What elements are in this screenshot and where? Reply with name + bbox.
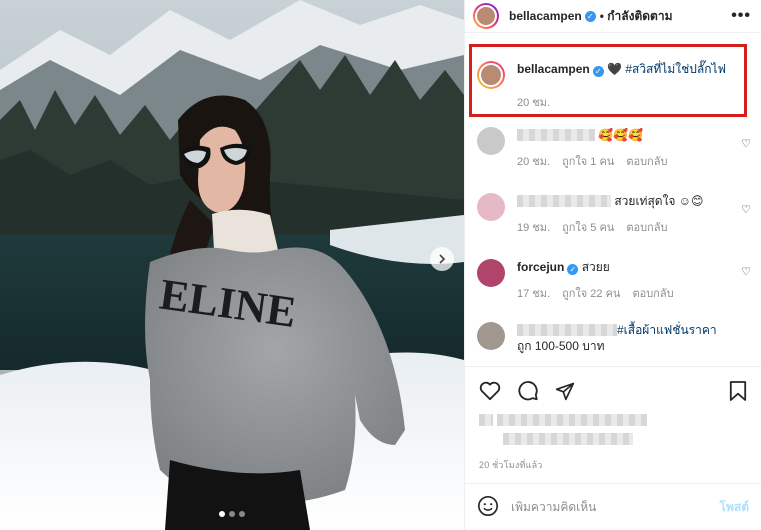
photo-image: ELINE [0,0,464,530]
heart-icon[interactable]: ♡ [741,265,751,278]
post-actions [465,366,761,414]
post-side-panel: bellacampen ✓ • กำลังติดตาม ••• bellacam… [464,0,761,530]
bookmark-icon[interactable] [729,380,747,402]
share-icon[interactable] [555,381,575,401]
caption-text[interactable]: 🖤 #สวิสที่ไม่ใช่ปลั๊กไฟ [607,62,726,76]
chevron-right-icon [439,254,446,264]
verified-icon: ✓ [584,10,596,22]
verified-icon: ✓ [567,264,579,275]
blurred-username [517,195,611,207]
commenter-avatar[interactable] [477,193,505,221]
blurred-likes-text [503,433,633,445]
comment-text-line2: ถูก 100-500 บาท [517,339,605,353]
follow-status[interactable]: • กำลังติดตาม [600,7,673,26]
caption: bellacampen ✓ 🖤 #สวิสที่ไม่ใช่ปลั๊กไฟ 20 … [477,61,751,111]
comment-item: 🥰🥰🥰 20 ชม. ถูกใจ 1 คน ตอบกลับ ♡ [477,127,751,170]
carousel-dots [0,511,464,517]
heart-icon[interactable] [479,381,501,401]
blurred-username [517,324,617,336]
comment-icon[interactable] [517,380,539,402]
comment-bar: โพสต์ [465,483,761,530]
reply-button[interactable]: ตอบกลับ [626,218,667,236]
more-icon[interactable]: ••• [731,7,751,25]
author-username[interactable]: bellacampen [509,9,582,23]
comment-item: #เสื้อผ้าแฟชั่นราคา ถูก 100-500 บาท [477,322,751,354]
comment-item: forcejun ✓ สวยย 17 ชม. ถูกใจ 22 คน ตอบกลั… [477,259,751,302]
blurred-username [517,129,595,141]
likes-summary[interactable] [479,414,647,446]
blurred-avatar [479,414,493,426]
commenter-avatar[interactable] [477,259,505,287]
carousel-dot [229,511,235,517]
comment-likes[interactable]: ถูกใจ 5 คน [562,218,614,236]
post-photo[interactable]: ELINE [0,0,464,530]
heart-icon[interactable]: ♡ [741,203,751,216]
comment-likes[interactable]: ถูกใจ 1 คน [562,152,614,170]
commenter-avatar[interactable] [477,322,505,350]
comment-likes[interactable]: ถูกใจ 22 คน [562,284,620,302]
comment-text: สวยย [581,260,610,274]
comment-input[interactable] [511,500,720,514]
commenter-username[interactable]: forcejun [517,260,564,274]
post-comment-button[interactable]: โพสต์ [720,498,749,517]
comment-time: 17 ชม. [517,288,551,300]
caption-avatar[interactable] [477,61,505,89]
comment-time: 20 ชม. [517,156,551,168]
reply-button[interactable]: ตอบกลับ [632,284,673,302]
caption-username[interactable]: bellacampen [517,62,590,76]
comment-text: สวยเท่สุดใจ ☺😊 [614,194,704,208]
carousel-dot [219,511,225,517]
reply-button[interactable]: ตอบกลับ [626,152,667,170]
comment-time: 19 ชม. [517,222,551,234]
post-timestamp: 20 ชั่วโมงที่แล้ว [479,460,543,470]
caption-time: 20 ชม. [517,97,551,109]
verified-icon: ✓ [592,66,604,77]
next-photo-button[interactable] [430,247,454,271]
comment-text: 🥰🥰🥰 [598,128,644,142]
emoji-icon[interactable] [477,495,499,520]
commenter-avatar[interactable] [477,127,505,155]
author-avatar[interactable] [473,3,499,29]
blurred-likes-text [497,414,647,426]
post-header: bellacampen ✓ • กำลังติดตาม ••• [465,0,761,33]
comment-item: สวยเท่สุดใจ ☺😊 19 ชม. ถูกใจ 5 คน ตอบกลับ… [477,193,751,236]
carousel-dot [239,511,245,517]
heart-icon[interactable]: ♡ [741,137,751,150]
comment-hashtag[interactable]: #เสื้อผ้าแฟชั่นราคา [617,323,717,337]
